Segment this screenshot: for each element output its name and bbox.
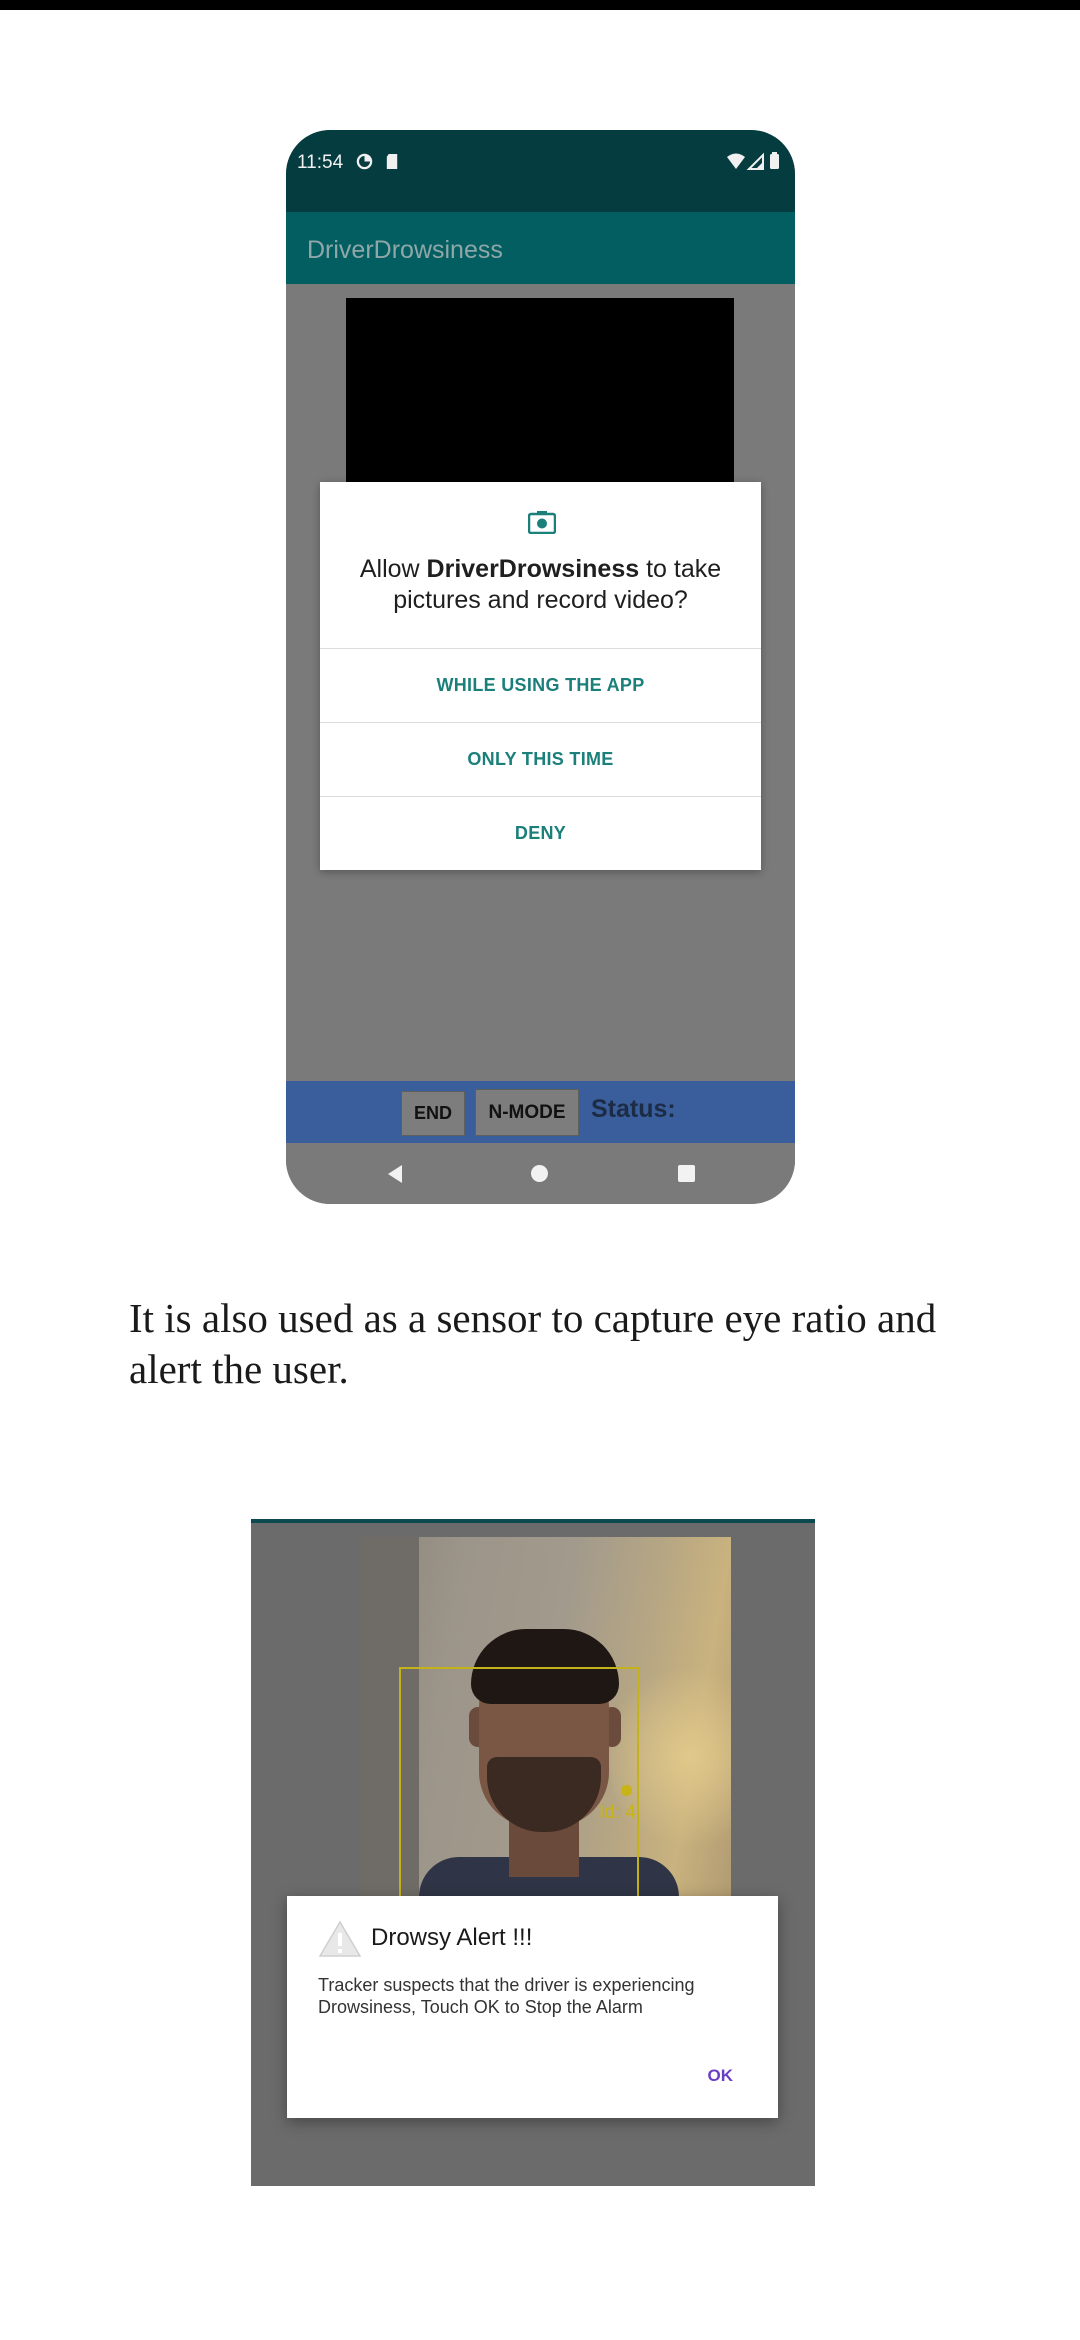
home-icon[interactable] bbox=[531, 1165, 548, 1182]
back-icon[interactable] bbox=[386, 1164, 404, 1184]
app-title: DriverDrowsiness bbox=[307, 236, 503, 264]
page-top-rule bbox=[0, 0, 1080, 10]
tracker-id-label: Id: 4 bbox=[599, 1802, 636, 1823]
warning-icon bbox=[318, 1920, 362, 1957]
while-using-app-button[interactable]: WHILE USING THE APP bbox=[320, 648, 761, 722]
control-bar: END N-MODE Status: bbox=[286, 1081, 795, 1143]
permission-app-name: DriverDrowsiness bbox=[426, 555, 640, 583]
camera-icon bbox=[528, 511, 556, 534]
app-bar: DriverDrowsiness bbox=[286, 212, 795, 284]
camera-feed: Id: 4 bbox=[359, 1537, 731, 1917]
drowsy-alert-screenshot: Id: 4 Drowsy Alert !!! Tracker suspects … bbox=[251, 1519, 815, 2186]
face-tracker-box bbox=[399, 1667, 639, 1906]
app-bar-edge bbox=[251, 1519, 815, 1523]
wifi-icon bbox=[727, 153, 745, 169]
alert-title: Drowsy Alert !!! bbox=[371, 1924, 533, 1951]
deny-button[interactable]: DENY bbox=[320, 796, 761, 870]
recent-apps-icon[interactable] bbox=[678, 1165, 695, 1182]
status-time: 11:54 bbox=[297, 152, 344, 173]
tracker-point bbox=[621, 1785, 632, 1796]
end-button[interactable]: END bbox=[401, 1091, 465, 1136]
ok-button[interactable]: OK bbox=[708, 2066, 734, 2086]
body-paragraph: It is also used as a sensor to capture e… bbox=[129, 1295, 937, 1392]
permission-dialog: Allow DriverDrowsiness to take pictures … bbox=[320, 482, 761, 870]
battery-icon bbox=[770, 154, 779, 169]
sd-card-icon bbox=[386, 153, 398, 170]
data-saver-icon bbox=[356, 153, 373, 170]
alert-message: Tracker suspects that the driver is expe… bbox=[318, 1975, 695, 2017]
navigation-bar bbox=[286, 1143, 795, 1204]
phone-screenshot-permission: 11:54 DriverDrowsiness Allow DriverDrows… bbox=[286, 130, 795, 1204]
status-bar: 11:54 bbox=[286, 130, 795, 212]
only-this-time-button[interactable]: ONLY THIS TIME bbox=[320, 722, 761, 796]
camera-preview bbox=[346, 298, 734, 488]
system-status-icons bbox=[727, 152, 779, 170]
n-mode-button[interactable]: N-MODE bbox=[475, 1089, 579, 1136]
permission-question: Allow DriverDrowsiness to take pictures … bbox=[359, 555, 722, 614]
status-label: Status: bbox=[591, 1095, 676, 1123]
drowsy-alert-dialog: Drowsy Alert !!! Tracker suspects that t… bbox=[287, 1896, 778, 2118]
